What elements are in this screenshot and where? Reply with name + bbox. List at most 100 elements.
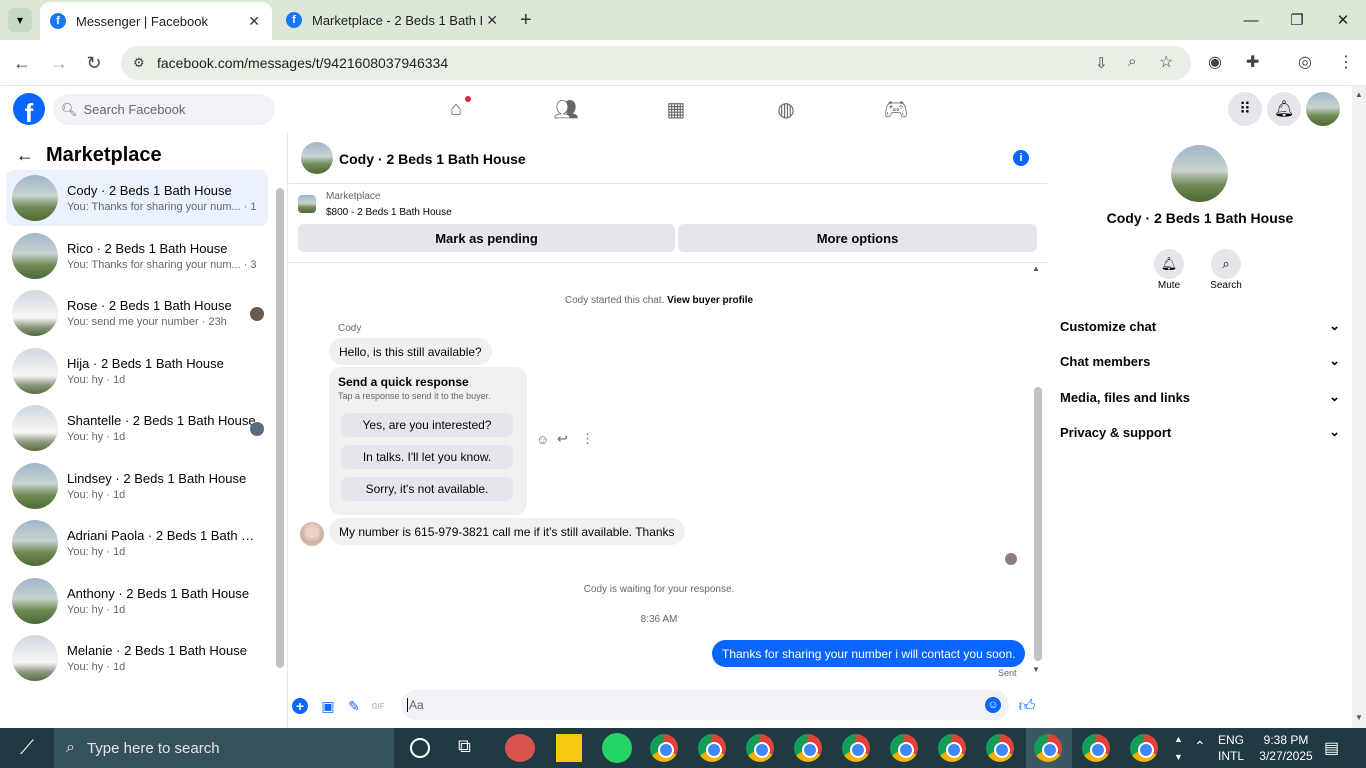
back-button[interactable]: ← [9, 50, 35, 76]
page-scrollbar[interactable]: ▲ ▼ [1352, 86, 1366, 728]
site-info-icon[interactable]: ⚙ [133, 55, 145, 71]
notifications-bell-icon[interactable]: 🔔︎ [1267, 92, 1301, 126]
message-input[interactable]: Aa ☺ [401, 690, 1009, 720]
menu-grid-icon[interactable]: ⠿ [1228, 92, 1262, 126]
outgoing-message[interactable]: Thanks for sharing your number i will co… [712, 640, 1026, 667]
account-avatar[interactable] [1306, 92, 1340, 126]
photo-icon[interactable]: ▣ [319, 697, 337, 715]
chrome-profile-6-icon[interactable] [890, 734, 920, 762]
gaming-icon[interactable]: 🎮︎ [883, 96, 909, 122]
show-hidden-icons[interactable]: ⌃ [1194, 738, 1206, 755]
conversation-item[interactable]: Lindsey · 2 Beds 1 Bath House You: hy · 1… [6, 458, 268, 514]
notification-center-icon[interactable]: ▤ [1324, 738, 1339, 758]
sticker-icon[interactable]: ✎ [345, 697, 363, 715]
reply-icon[interactable]: ↩ [557, 431, 568, 447]
chrome-profile-11-icon[interactable] [1130, 734, 1160, 762]
whatsapp-icon[interactable] [602, 733, 632, 763]
scroll-down-arrow[interactable]: ▼ [1355, 713, 1363, 722]
chrome-profile-4-icon[interactable] [794, 734, 824, 762]
conversation-item[interactable]: Melanie · 2 Beds 1 Bath House You: hy · 1… [6, 630, 268, 686]
incoming-message[interactable]: My number is 615-979-3821 call me if it'… [329, 518, 685, 545]
chrome-profile-8-icon[interactable] [986, 734, 1016, 762]
start-button[interactable]: ⟋ [0, 728, 54, 768]
reload-button[interactable]: ↻ [81, 50, 107, 76]
contact-avatar[interactable] [1171, 145, 1228, 202]
home-icon[interactable]: ⌂ [443, 96, 471, 122]
taskbar-clock[interactable]: 9:38 PM 3/27/2025 [1256, 732, 1316, 764]
info-icon[interactable]: i [1013, 150, 1029, 166]
quick-reply-interested[interactable]: Yes, are you interested? [341, 413, 513, 437]
chat-scrollbar[interactable] [1034, 387, 1042, 661]
emoji-icon[interactable]: ☺ [985, 697, 1001, 713]
tray-scroll-icon[interactable]: ▲ ▼ [1174, 730, 1183, 766]
input-language[interactable]: ENG INTL [1218, 732, 1244, 764]
chrome-profile-9-icon[interactable] [1034, 734, 1064, 762]
conversation-item[interactable]: Rico · 2 Beds 1 Bath House You: Thanks fo… [6, 228, 268, 284]
chat-members-row[interactable]: Chat members ⌄ [1060, 349, 1340, 373]
conversation-item[interactable]: Anthony · 2 Beds 1 Bath House You: hy · 1… [6, 573, 268, 629]
chat-scroll-up-arrow[interactable]: ▲ [1032, 264, 1040, 273]
sticky-notes-icon[interactable] [556, 734, 582, 762]
tab-search-button[interactable]: ▾ [8, 8, 32, 32]
friends-icon[interactable]: 👥︎ [553, 96, 579, 122]
listing-price[interactable]: $800 - 2 Beds 1 Bath House [326, 207, 452, 218]
mute-button[interactable]: 🔔︎ [1154, 249, 1184, 279]
browser-menu-icon[interactable]: ⋮ [1338, 52, 1354, 72]
chrome-profile-5-icon[interactable] [842, 734, 872, 762]
chrome-profile-2-icon[interactable] [698, 734, 728, 762]
bookmark-star-icon[interactable]: ☆ [1159, 52, 1173, 72]
gif-icon[interactable]: GIF [369, 697, 387, 715]
quick-reply-in-talks[interactable]: In talks. I'll let you know. [341, 445, 513, 469]
zoom-icon[interactable]: ⌕ [1128, 53, 1136, 70]
cortana-icon[interactable] [410, 738, 430, 758]
customize-chat-row[interactable]: Customize chat ⌄ [1060, 314, 1340, 338]
close-tab-icon[interactable]: ✕ [248, 13, 260, 30]
chrome-profile-1-icon[interactable] [650, 734, 680, 762]
view-buyer-profile-link[interactable]: View buyer profile [667, 295, 753, 306]
thumbs-up-icon[interactable]: 👍︎ [1018, 697, 1036, 715]
extensions-puzzle-icon[interactable]: ✚ [1246, 52, 1259, 72]
more-actions-icon[interactable]: ⋮ [581, 431, 594, 447]
conversation-item[interactable]: Cody · 2 Beds 1 Bath House You: Thanks fo… [6, 170, 268, 226]
tab-marketplace[interactable]: f Marketplace - 2 Beds 1 Bath Ho ✕ [276, 0, 510, 40]
back-arrow-icon[interactable]: ← [16, 145, 34, 166]
forward-button[interactable]: → [46, 50, 72, 76]
facebook-logo-icon[interactable]: f [13, 93, 45, 125]
groups-icon[interactable]: ◍ [773, 96, 799, 122]
facebook-search-input[interactable]: 🔍︎ Search Facebook [53, 94, 275, 125]
conversation-item[interactable]: Adriani Paola · 2 Beds 1 Bath Ho... You: … [6, 515, 268, 571]
tab-messenger[interactable]: f Messenger | Facebook ✕ [40, 2, 272, 40]
conversation-item[interactable]: Hija · 2 Beds 1 Bath House You: hy · 1d [6, 343, 268, 399]
mark-as-pending-button[interactable]: Mark as pending [298, 224, 675, 252]
new-tab-button[interactable]: + [520, 9, 532, 32]
address-bar[interactable]: ⚙ facebook.com/messages/t/94216080379463… [121, 46, 1191, 80]
restore-button[interactable]: ❐ [1274, 0, 1320, 40]
privacy-support-row[interactable]: Privacy & support ⌄ [1060, 420, 1340, 444]
conversation-item[interactable]: Shantelle · 2 Beds 1 Bath House You: hy ·… [6, 400, 268, 456]
profile-icon[interactable]: ◎ [1298, 52, 1312, 72]
install-app-icon[interactable]: ⇩ [1095, 54, 1108, 72]
media-files-links-row[interactable]: Media, files and links ⌄ [1060, 385, 1340, 409]
chrome-profile-7-icon[interactable] [938, 734, 968, 762]
add-plus-icon[interactable]: + [292, 698, 308, 714]
minimize-button[interactable]: — [1228, 0, 1274, 40]
scroll-up-arrow[interactable]: ▲ [1355, 90, 1363, 99]
taskbar-search-input[interactable]: ⌕ Type here to search [54, 728, 394, 768]
incoming-message[interactable]: Hello, is this still available? [329, 338, 492, 365]
chrome-profile-10-icon[interactable] [1082, 734, 1112, 762]
chrome-profile-3-icon[interactable] [746, 734, 776, 762]
search-button[interactable]: ⌕ [1211, 249, 1241, 279]
chat-avatar[interactable] [301, 142, 333, 174]
sidebar-scrollbar[interactable] [276, 188, 284, 668]
chat-scroll-down-arrow[interactable]: ▼ [1032, 665, 1040, 674]
more-options-button[interactable]: More options [678, 224, 1037, 252]
snipping-tool-icon[interactable] [505, 734, 535, 762]
task-view-icon[interactable]: ⧉ [458, 736, 471, 757]
close-window-button[interactable]: ✕ [1320, 0, 1366, 40]
close-tab-icon[interactable]: ✕ [486, 12, 498, 29]
chat-title[interactable]: Cody · 2 Beds 1 Bath House [339, 151, 526, 167]
quick-reply-not-available[interactable]: Sorry, it's not available. [341, 477, 513, 501]
react-emoji-icon[interactable]: ☺ [536, 432, 549, 447]
extension-icon[interactable]: ◉ [1208, 52, 1222, 72]
marketplace-icon[interactable]: ▦ [663, 96, 689, 122]
